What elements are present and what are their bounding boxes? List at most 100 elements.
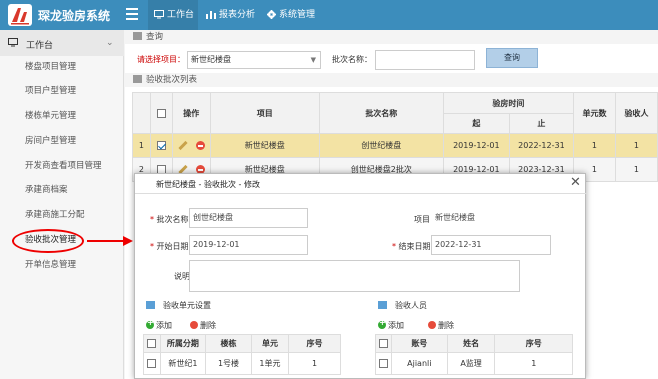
tab-reports[interactable]: 报表分析 <box>206 0 262 30</box>
grid-icon <box>378 301 387 309</box>
units-header-unit: 单元 <box>250 334 290 353</box>
dialog-start-date-input[interactable]: 2019-12-01 <box>189 235 308 255</box>
delete-icon[interactable] <box>195 141 205 150</box>
top-bar: 琛龙验房系统 工作台 报表分析 系统管理 <box>0 0 658 30</box>
table-row[interactable]: 新世纪1 1号楼 1单元 1 <box>143 352 341 375</box>
close-icon[interactable]: ✕ <box>570 175 581 190</box>
annotation-circle <box>12 229 84 253</box>
sidebar-header[interactable]: 工作台 ⌄ <box>0 30 124 56</box>
batch-name-input[interactable] <box>375 50 475 70</box>
tab-system[interactable]: 系统管理 <box>267 0 323 30</box>
dialog-project-value: 新世纪楼盘 <box>431 208 552 228</box>
bar-chart-icon <box>206 11 216 19</box>
units-unit: 1单元 <box>250 352 290 375</box>
app-title: 琛龙验房系统 <box>38 9 111 23</box>
sidebar-item-developer-view[interactable]: 开发商查看项目管理 <box>0 154 124 178</box>
header-select-all[interactable] <box>149 92 173 134</box>
inspectors-section-title: 验收人员 <box>395 301 427 310</box>
table-row[interactable]: Ajianli A监理 1 <box>375 352 573 375</box>
checkbox[interactable] <box>147 339 157 348</box>
sidebar-item-contractor-archive[interactable]: 承建商档案 <box>0 178 124 202</box>
checkbox[interactable] <box>147 359 157 368</box>
header-time: 验房时间 <box>442 92 574 114</box>
section-icon <box>133 75 142 83</box>
inspectors-header-seq: 序号 <box>494 334 573 353</box>
tab-workbench[interactable]: 工作台 <box>148 0 198 30</box>
delete-icon <box>190 321 198 329</box>
sidebar-item-room-layout[interactable]: 房间户型管理 <box>0 129 124 153</box>
header-batch: 批次名称 <box>318 92 444 134</box>
dialog-project-label: 项目 <box>414 215 430 224</box>
row-checkbox-cell[interactable] <box>143 352 161 375</box>
dialog-batch-label-text: 批次名称 <box>156 215 189 224</box>
monitor-icon <box>154 10 164 19</box>
search-row: 请选择项目： 新世纪楼盘 ▼ 批次名称： <box>125 45 658 75</box>
inspectors-add-button[interactable]: 添加 <box>378 318 404 331</box>
dialog-end-label-text: 结束日期 <box>398 242 431 251</box>
chevron-down-icon[interactable]: ⌄ <box>106 38 114 48</box>
units-seq: 1 <box>288 352 341 375</box>
row-checkbox[interactable] <box>156 141 166 150</box>
project-select[interactable]: 新世纪楼盘 ▼ <box>187 51 321 69</box>
row-project: 新世纪楼盘 <box>209 133 320 158</box>
sidebar-item-billing-info[interactable]: 开单信息管理 <box>0 253 124 277</box>
inspectors-seq: 1 <box>494 352 573 375</box>
dialog-batch-label: * 批次名称 <box>150 215 189 224</box>
app-logo <box>8 4 32 26</box>
dialog-desc-textarea[interactable] <box>189 260 520 292</box>
menu-toggle-icon[interactable] <box>126 8 138 20</box>
header-project: 项目 <box>209 92 320 134</box>
edit-icon[interactable] <box>178 140 188 151</box>
section-icon <box>133 32 142 40</box>
dialog-batch-input[interactable]: 创世纪楼盘 <box>189 208 308 228</box>
inspectors-delete-button[interactable]: 删除 <box>428 320 454 331</box>
dialog-end-label: * 结束日期 <box>392 242 431 251</box>
annotation-arrow-icon <box>87 236 133 246</box>
inspectors-add-label: 添加 <box>388 321 404 330</box>
query-section-header: 查询 <box>125 30 658 44</box>
batch-table: 操作 项目 批次名称 验房时间 单元数 验收人 起 止 1 新世纪楼盘 创世纪楼… <box>132 92 658 182</box>
row-units: 1 <box>572 133 616 158</box>
row-checkbox-cell[interactable] <box>149 133 173 158</box>
row-checkbox-cell[interactable] <box>375 352 392 375</box>
header-start: 起 <box>442 113 510 134</box>
checkbox[interactable] <box>378 339 388 348</box>
dialog-end-date-input[interactable]: 2022-12-31 <box>431 235 551 255</box>
sidebar-item-project[interactable]: 楼盘项目管理 <box>0 55 124 79</box>
units-table: 所属分期 楼栋 单元 序号 新世纪1 1号楼 1单元 1 <box>143 334 341 375</box>
tab-system-label: 系统管理 <box>279 10 316 20</box>
query-button[interactable]: 查询 <box>486 48 538 68</box>
header-end: 止 <box>508 113 574 134</box>
row-number: 1 <box>132 133 151 158</box>
table-row[interactable]: 1 新世纪楼盘 创世纪楼盘 2019-12-01 2022-12-31 1 1 <box>132 133 658 158</box>
inspectors-select-all[interactable] <box>375 334 392 353</box>
units-building: 1号楼 <box>205 352 252 375</box>
row-end: 2022-12-31 <box>508 133 574 158</box>
units-header-phase: 所属分期 <box>159 334 207 353</box>
header-op: 操作 <box>171 92 211 134</box>
caret-down-icon: ▼ <box>310 56 316 64</box>
units-header-building: 楼栋 <box>205 334 252 353</box>
sidebar-item-contractor-assign[interactable]: 承建商施工分配 <box>0 203 124 227</box>
row-inspectors: 1 <box>614 133 658 158</box>
dialog-desc-label: 说明 <box>174 272 190 281</box>
row-inspectors: 1 <box>614 157 658 182</box>
list-section-title: 验收批次列表 <box>146 75 198 85</box>
sidebar-item-project-layout[interactable]: 项目户型管理 <box>0 79 124 103</box>
row-actions <box>171 133 211 158</box>
list-section-header: 验收批次列表 <box>125 73 658 87</box>
inspectors-section-header: 验收人员 <box>378 300 427 311</box>
units-header-seq: 序号 <box>288 334 341 353</box>
sidebar: 工作台 ⌄ 楼盘项目管理 项目户型管理 楼栋单元管理 房间户型管理 开发商查看项… <box>0 30 124 379</box>
units-add-button[interactable]: 添加 <box>146 318 172 331</box>
units-phase: 新世纪1 <box>159 352 207 375</box>
inspectors-header-name: 姓名 <box>446 334 496 353</box>
add-icon <box>146 318 154 329</box>
units-section-title: 验收单元设置 <box>163 301 211 310</box>
units-delete-button[interactable]: 删除 <box>190 320 216 331</box>
units-select-all[interactable] <box>143 334 161 353</box>
sidebar-item-building-unit[interactable]: 楼栋单元管理 <box>0 104 124 128</box>
checkbox[interactable] <box>378 359 388 368</box>
select-all-checkbox[interactable] <box>156 108 166 118</box>
dialog-title: 新世纪楼盘 - 验收批次 - 修改 <box>156 180 260 189</box>
